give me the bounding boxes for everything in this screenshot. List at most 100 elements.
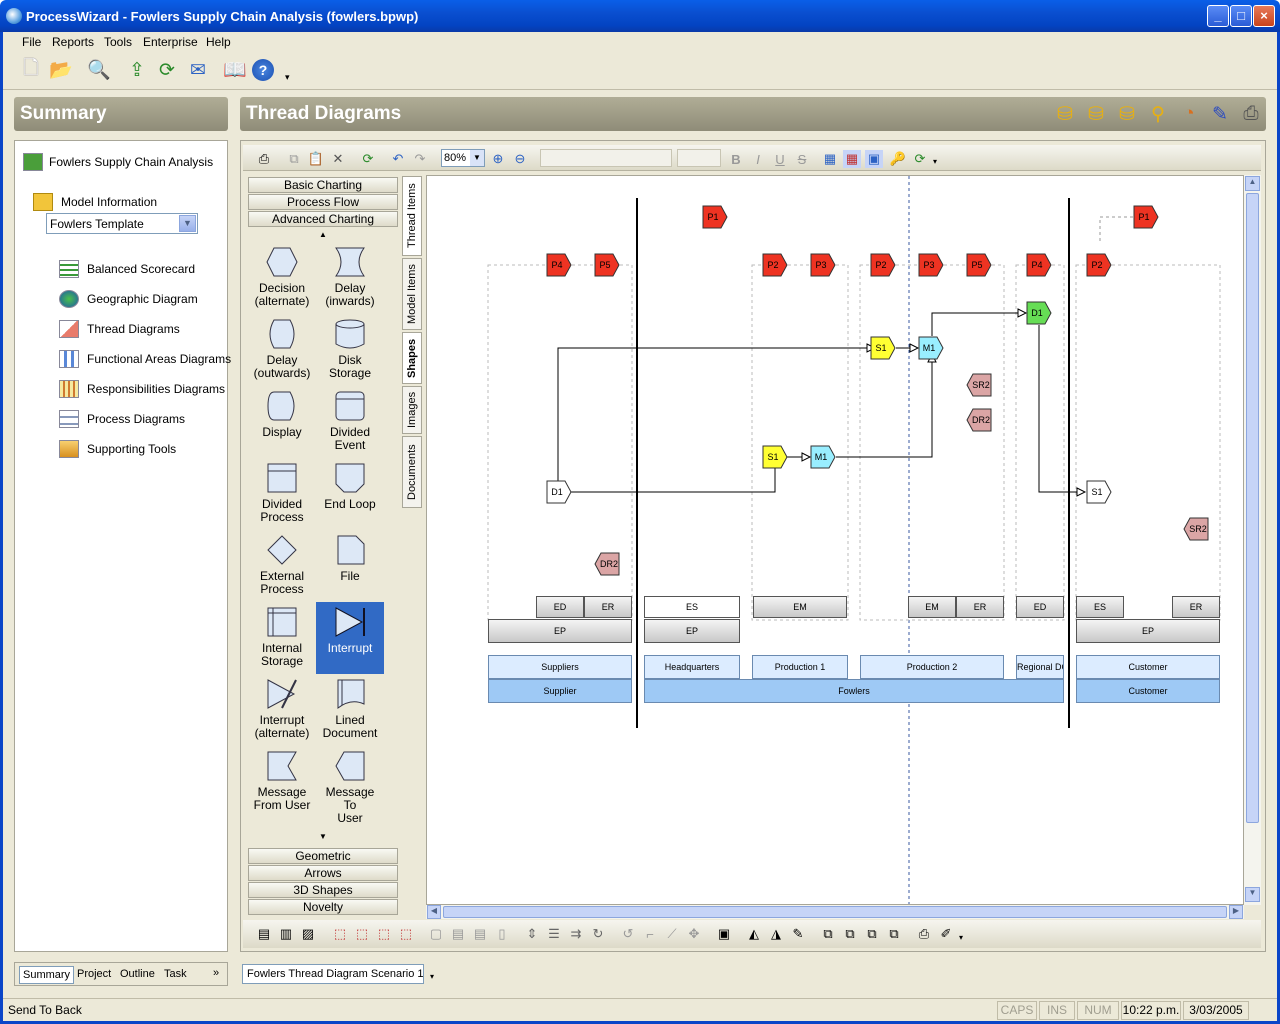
node-d1[interactable]: D1 [546, 480, 572, 504]
edit-icon[interactable]: ✎ [1207, 101, 1233, 127]
distribute-vertical-icon[interactable]: ⇕ [523, 925, 541, 943]
bar-em[interactable]: EM [908, 596, 956, 618]
align-center-icon[interactable]: ▤ [449, 925, 467, 943]
distribute-horizontal-icon[interactable]: ☰ [545, 925, 563, 943]
bold-icon[interactable]: B [727, 150, 745, 168]
diagram-canvas[interactable]: P1 P1 P4 P5 P2 P3 P2 P3 P5 P4 P2 S1 M1 S1 M1 D1 D1 S1 SR2 D… [426, 175, 1244, 905]
bar-es[interactable]: ES [644, 596, 740, 618]
zoom-in-icon[interactable]: ⊕ [489, 150, 507, 168]
send-backward-icon[interactable]: ⧉ [841, 925, 859, 943]
shape-decision-alternate[interactable]: Decision (alternate) [250, 246, 314, 316]
horizontal-scrollbar[interactable]: ◀ ▶ [426, 905, 1244, 919]
copy-icon[interactable]: ⧉ [285, 150, 303, 168]
find-icon[interactable]: 🔍 [85, 56, 113, 84]
line-style-icon[interactable]: ✎ [789, 925, 807, 943]
bar-er[interactable]: ER [584, 596, 632, 618]
refresh-icon[interactable]: ⟳ [153, 56, 181, 84]
category-advanced-charting[interactable]: Advanced Charting [248, 211, 398, 227]
vertical-scroll-thumb[interactable] [1246, 193, 1259, 823]
print-settings-icon[interactable]: ⎙ [1238, 101, 1264, 127]
nav-balanced-scorecard[interactable]: Balanced Scorecard [59, 258, 219, 280]
shape-interrupt-alternate[interactable]: Interrupt (alternate) [250, 678, 314, 748]
italic-icon[interactable]: I [749, 150, 767, 168]
unit-suppliers[interactable]: Suppliers [488, 655, 632, 679]
bar-ep[interactable]: EP [1076, 619, 1220, 643]
chevron-down-icon[interactable]: ▼ [470, 150, 484, 166]
help-icon[interactable]: ? [252, 59, 274, 81]
node-p1[interactable]: P1 [1133, 205, 1159, 229]
category-geometric[interactable]: Geometric [248, 848, 398, 864]
tab-thread-items[interactable]: Thread Items [402, 176, 422, 256]
menu-enterprise[interactable]: Enterprise [143, 35, 198, 49]
database-search-icon[interactable]: ⚲ [1145, 101, 1171, 127]
overflow-icon[interactable]: ▾ [959, 933, 963, 942]
database-settings-icon[interactable]: ⛁ [1052, 101, 1078, 127]
node-p3[interactable]: P3 [918, 253, 944, 277]
shape-display[interactable]: Display [250, 390, 314, 460]
chevron-double-right-icon[interactable]: » [213, 967, 219, 979]
format-icon[interactable]: ▥ [277, 925, 295, 943]
page-icon[interactable]: ▣ [865, 150, 883, 168]
node-dr2[interactable]: DR2 [966, 408, 992, 432]
open-folder-icon[interactable]: 📂 [47, 56, 75, 84]
title-bar[interactable]: ProcessWizard - Fowlers Supply Chain Ana… [0, 0, 1280, 32]
book-icon[interactable]: 📖 [221, 56, 249, 84]
unit-customer[interactable]: Customer [1076, 655, 1220, 679]
menu-reports[interactable]: Reports [52, 35, 94, 49]
shape-delay-inwards[interactable]: Delay (inwards) [318, 246, 382, 316]
shape-lined-document[interactable]: Lined Document [318, 678, 382, 748]
node-sr2[interactable]: SR2 [1183, 517, 1209, 541]
tab-images[interactable]: Images [402, 386, 422, 434]
shape-divided-process[interactable]: Divided Process [250, 462, 314, 532]
scroll-down-icon[interactable]: ▼ [1245, 887, 1260, 902]
export-icon[interactable]: ⇪ [123, 56, 151, 84]
timer-icon[interactable]: ◔ [1176, 101, 1202, 127]
node-sr2[interactable]: SR2 [966, 373, 992, 397]
snap-icon[interactable]: ✥ [685, 925, 703, 943]
unit-production-2[interactable]: Production 2 [860, 655, 1004, 679]
bring-to-front-icon[interactable]: ⧉ [863, 925, 881, 943]
shape-file[interactable]: File [318, 534, 382, 604]
minimize-button[interactable]: _ [1207, 5, 1229, 27]
redo-icon[interactable]: ↷ [411, 150, 429, 168]
scroll-left-icon[interactable]: ◀ [427, 905, 441, 919]
menu-tools[interactable]: Tools [104, 35, 132, 49]
tree-model-information[interactable]: Model Information [33, 191, 223, 213]
database-add-icon[interactable]: ⛁ [1083, 101, 1109, 127]
line-connector-icon[interactable]: ⟋ [663, 925, 681, 943]
tab-project[interactable]: Project [74, 966, 114, 984]
grid-red-icon[interactable]: ▦ [843, 150, 861, 168]
pen-tool-icon[interactable]: ✐ [937, 925, 955, 943]
shape-message-to-user[interactable]: Message To User [318, 750, 382, 825]
bar-es[interactable]: ES [1076, 596, 1124, 618]
node-p4[interactable]: P4 [546, 253, 572, 277]
node-p2[interactable]: P2 [870, 253, 896, 277]
nav-thread-diagrams[interactable]: Thread Diagrams [59, 318, 219, 340]
close-button[interactable]: × [1253, 5, 1275, 27]
select-all-icon[interactable]: ⬚ [375, 925, 393, 943]
underline-icon[interactable]: U [771, 150, 789, 168]
category-process-flow[interactable]: Process Flow [248, 194, 398, 210]
font-size-select[interactable] [677, 149, 721, 167]
bar-ed[interactable]: ED [1016, 596, 1064, 618]
send-to-back-icon[interactable]: ⧉ [885, 925, 903, 943]
tab-shapes[interactable]: Shapes [402, 332, 422, 384]
refresh-diagram-icon[interactable]: ⟳ [359, 150, 377, 168]
node-m1[interactable]: M1 [918, 336, 944, 360]
grid-icon[interactable]: ▦ [821, 150, 839, 168]
elbow-connector-icon[interactable]: ⌐ [641, 925, 659, 943]
new-file-icon[interactable]: 🗋 [17, 56, 45, 84]
scroll-down-icon[interactable]: ▼ [319, 832, 327, 841]
tree-root[interactable]: Fowlers Supply Chain Analysis [23, 151, 223, 173]
node-p2[interactable]: P2 [1086, 253, 1112, 277]
delete-icon[interactable]: ✕ [329, 150, 347, 168]
toolbar-overflow-icon[interactable]: ▾ [285, 72, 290, 83]
line-color-icon[interactable]: ◮ [767, 925, 785, 943]
menu-help[interactable]: Help [206, 35, 231, 49]
nav-process-diagrams[interactable]: Process Diagrams [59, 408, 219, 430]
category-arrows[interactable]: Arrows [248, 865, 398, 881]
maximize-button[interactable]: □ [1230, 5, 1252, 27]
scroll-up-icon[interactable]: ▲ [1245, 176, 1260, 191]
overflow-icon[interactable]: ▾ [933, 157, 937, 166]
category-basic-charting[interactable]: Basic Charting [248, 177, 398, 193]
